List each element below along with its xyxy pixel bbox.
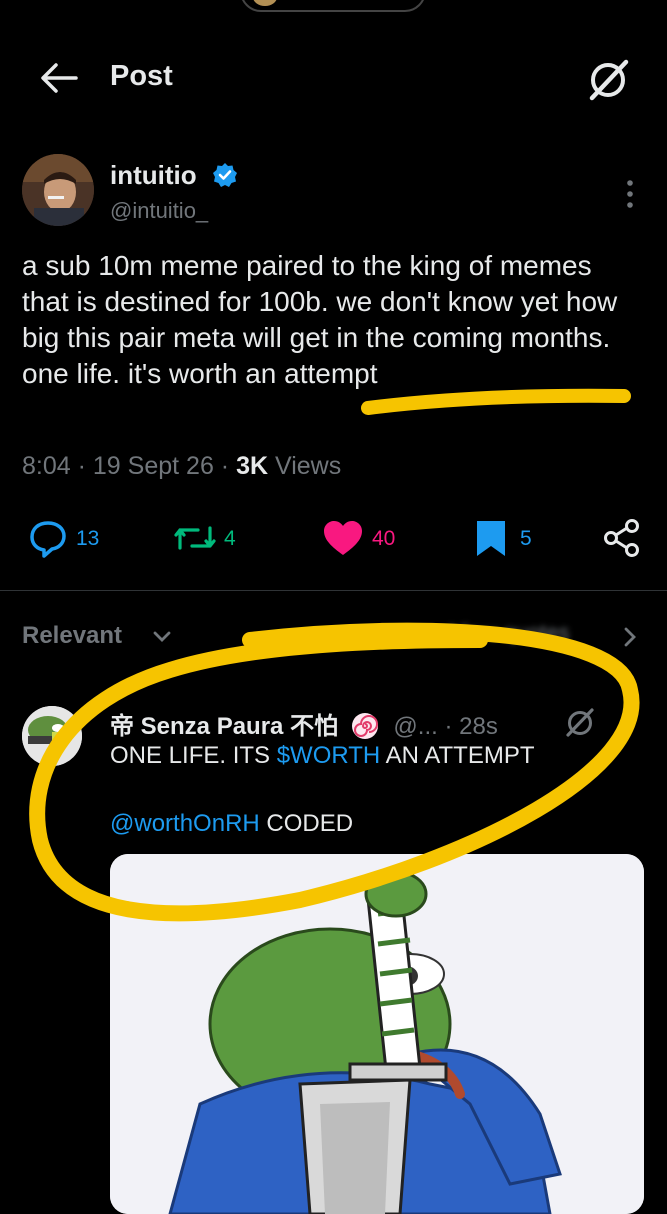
grok-icon	[589, 59, 629, 101]
author-name[interactable]: intuitio	[110, 160, 197, 191]
meta-separator: ·	[220, 452, 237, 480]
reply-text: ONE LIFE. ITS	[110, 742, 277, 769]
reply-time: · 28s	[444, 713, 498, 740]
mention-link[interactable]: @worthOnRH	[110, 810, 260, 837]
post-text: a sub 10m meme paired to the king of mem…	[22, 250, 618, 389]
views-count: 3K	[236, 452, 269, 480]
post-meta: 8:04 · 19 Sept 26 · 3K Views	[22, 452, 341, 481]
share-button[interactable]	[602, 518, 642, 558]
verified-badge-icon	[213, 163, 237, 187]
bookmark-button[interactable]: 5	[474, 518, 544, 558]
reply-avatar[interactable]	[22, 706, 82, 766]
bookmark-icon	[477, 521, 505, 556]
back-button[interactable]	[36, 60, 82, 96]
repost-button[interactable]: 4	[172, 518, 252, 558]
reply-text: CODED	[259, 810, 354, 837]
repost-count: 4	[224, 527, 236, 550]
heart-icon	[324, 521, 362, 555]
grok-button[interactable]	[586, 56, 632, 102]
reply-text: AN ATTEMPT	[380, 742, 535, 769]
author-avatar[interactable]	[22, 154, 94, 226]
like-button[interactable]: 40	[322, 518, 412, 558]
repost-icon	[174, 526, 216, 550]
cashtag-link[interactable]: $WORTH	[277, 742, 381, 769]
back-arrow-icon	[41, 63, 78, 93]
reply-button[interactable]: 13	[28, 518, 108, 558]
post-time: 8:04	[22, 452, 71, 480]
reply-text-line: @worthOnRH CODED	[110, 810, 353, 838]
bookmark-count: 5	[520, 527, 532, 550]
reply-text-line: ONE LIFE. ITS $WORTH AN ATTEMPT	[110, 742, 535, 770]
reply-avatar-image	[22, 706, 82, 766]
sort-dropdown[interactable]: Relevant	[22, 622, 122, 650]
reply-header: 帝 Senza Paura 不怕 @... · 28s	[110, 706, 498, 741]
reply-count: 13	[76, 527, 100, 550]
share-icon	[604, 519, 639, 557]
section-divider	[0, 590, 667, 591]
page-title: Post	[110, 60, 173, 92]
spiral-badge-icon	[351, 713, 378, 739]
grok-icon[interactable]	[564, 706, 596, 738]
author-handle[interactable]: @intuitio_	[110, 198, 208, 224]
chevron-right-icon[interactable]	[622, 626, 638, 648]
reply-icon	[30, 521, 66, 558]
post-date: 19 Sept 26	[92, 452, 214, 480]
reply-author-name[interactable]: 帝 Senza Paura 不怕	[110, 713, 338, 740]
meta-separator: ·	[77, 452, 93, 480]
chevron-down-icon	[153, 631, 171, 642]
more-options-icon[interactable]	[620, 178, 640, 210]
avatar-image	[22, 154, 94, 226]
reply-media-image[interactable]	[110, 854, 644, 1214]
top-bar: Post	[0, 40, 667, 120]
views-label[interactable]: Views	[275, 452, 341, 480]
pepe-meme-image	[110, 854, 644, 1214]
reply-handle[interactable]: @...	[393, 713, 437, 740]
like-count: 40	[372, 527, 396, 550]
view-quotes-link[interactable]: View quotes	[450, 620, 569, 646]
